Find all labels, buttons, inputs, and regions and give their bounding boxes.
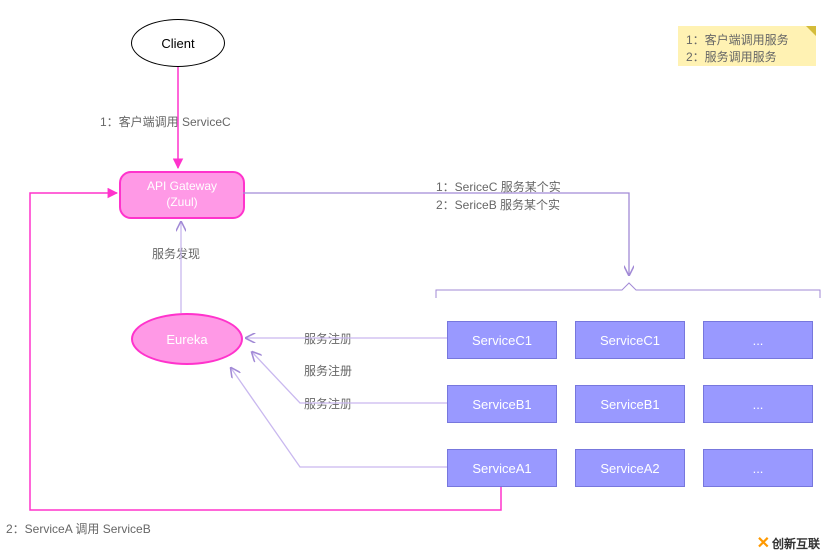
node-service-a2: ServiceA2	[575, 449, 685, 487]
node-service-b2: ServiceB1	[575, 385, 685, 423]
legend-line-1: 1：客户端调用服务	[686, 32, 808, 49]
node-eureka-label: Eureka	[166, 332, 207, 347]
node-eureka: Eureka	[131, 313, 243, 365]
node-service-c-more: ...	[703, 321, 813, 359]
node-service-c2: ServiceC1	[575, 321, 685, 359]
node-service-a-more: ...	[703, 449, 813, 487]
node-api-gateway: API Gateway (Zuul)	[119, 171, 245, 219]
node-service-b1: ServiceB1	[447, 385, 557, 423]
watermark: ✕ 创新互联	[757, 533, 820, 553]
edge-a-calls-b: 2：ServiceA 调用 ServiceB	[6, 520, 151, 537]
node-service-c1: ServiceC1	[447, 321, 557, 359]
gateway-line2: (Zuul)	[166, 195, 197, 211]
node-service-b-more: ...	[703, 385, 813, 423]
edge-gateway-discover-label: 服务发现	[152, 245, 200, 262]
edge-register-3: 服务注册	[304, 395, 352, 412]
node-client-label: Client	[161, 36, 194, 51]
legend-note: 1：客户端调用服务 2：服务调用服务	[678, 26, 816, 66]
legend-line-2: 2：服务调用服务	[686, 49, 808, 66]
gateway-line1: API Gateway	[147, 179, 217, 195]
edge-register-2: 服务注册	[304, 362, 352, 379]
edge-gateway-services-1: 1：SericeC 服务某个实	[436, 178, 561, 195]
edge-client-gateway-label: 1：客户端调用 ServiceC	[100, 113, 231, 130]
edge-register-1: 服务注册	[304, 330, 352, 347]
edge-gateway-services-2: 2：SericeB 服务某个实	[436, 196, 560, 213]
watermark-text: 创新互联	[772, 535, 820, 552]
watermark-icon: ✕	[757, 533, 770, 553]
node-service-a1: ServiceA1	[447, 449, 557, 487]
node-client: Client	[131, 19, 225, 67]
